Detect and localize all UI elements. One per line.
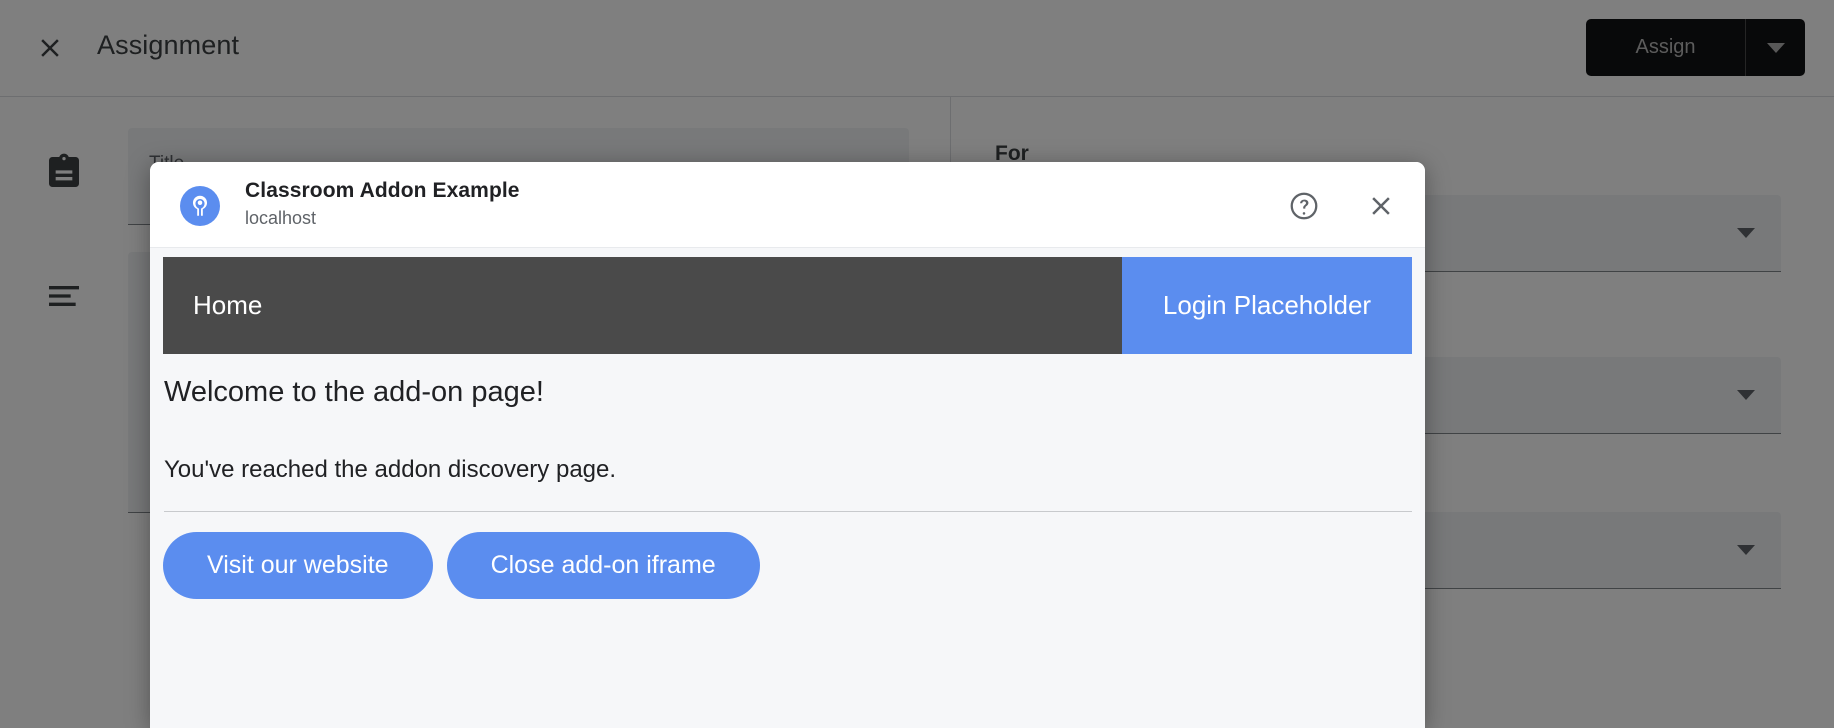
- addon-welcome-paragraph: You've reached the addon discovery page.: [164, 456, 617, 483]
- nav-item-login-placeholder[interactable]: Login Placeholder: [1122, 257, 1412, 354]
- close-icon[interactable]: [1363, 188, 1399, 224]
- divider: [164, 511, 1412, 512]
- nav-item-home[interactable]: Home: [163, 257, 262, 354]
- addon-welcome-heading: Welcome to the add-on page!: [164, 376, 544, 408]
- addon-iframe-content: Home Login Placeholder Welcome to the ad…: [150, 248, 1425, 728]
- close-addon-iframe-button[interactable]: Close add-on iframe: [446, 532, 760, 599]
- visit-website-button[interactable]: Visit our website: [163, 532, 433, 599]
- dialog-header: Classroom Addon Example localhost: [150, 162, 1425, 248]
- addon-title: Classroom Addon Example: [245, 179, 520, 202]
- addon-origin: localhost: [245, 208, 317, 228]
- addon-action-buttons: Visit our website Close add-on iframe: [163, 532, 760, 599]
- addon-dialog: Classroom Addon Example localhost Home L…: [150, 162, 1425, 728]
- addon-navbar: Home Login Placeholder: [163, 257, 1412, 354]
- addon-app-icon: [180, 186, 220, 226]
- help-circle-icon[interactable]: [1286, 188, 1322, 224]
